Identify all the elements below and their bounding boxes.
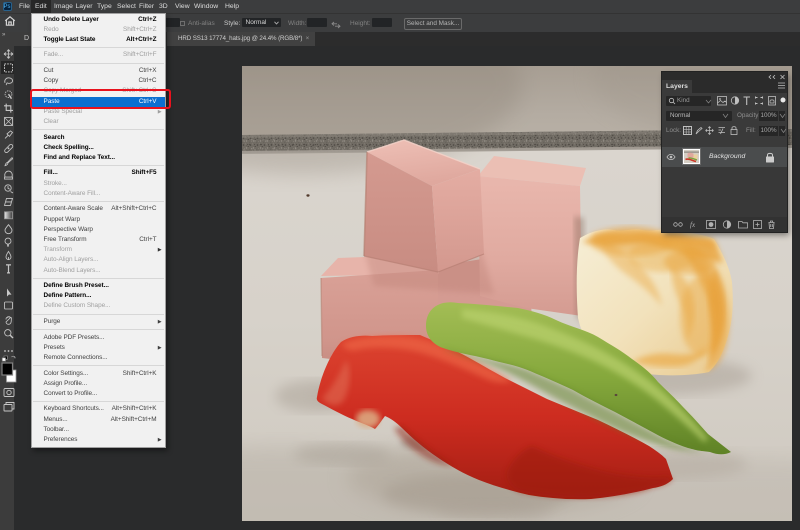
svg-text:fx: fx	[690, 221, 696, 229]
